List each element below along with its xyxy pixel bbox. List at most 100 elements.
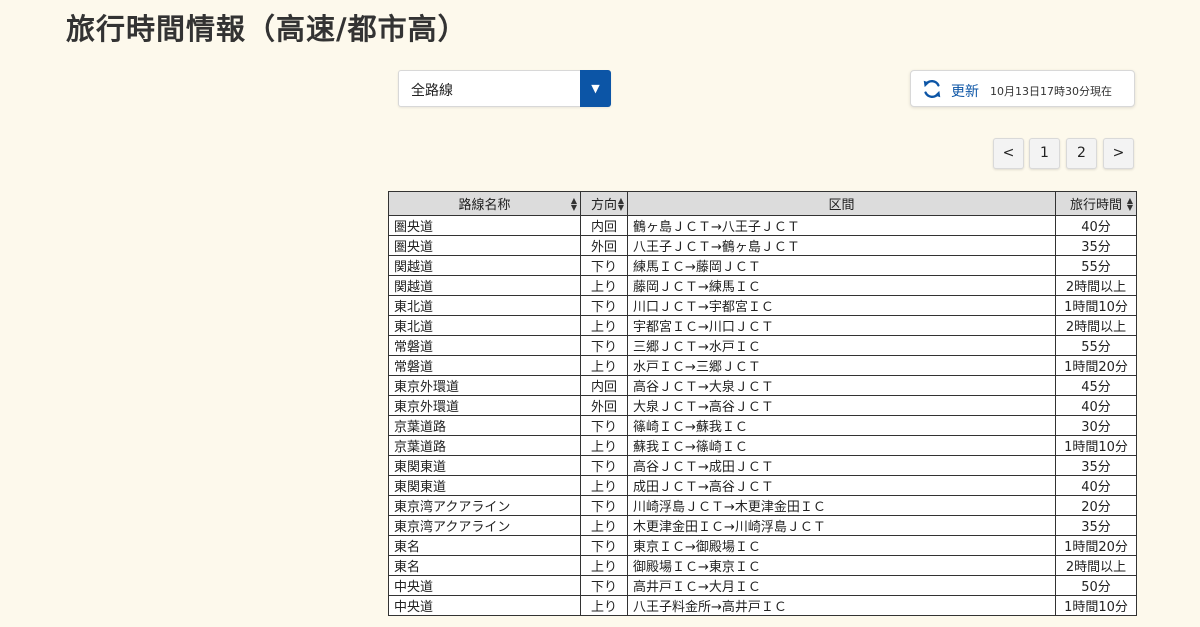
cell-route-name: 京葉道路	[388, 415, 581, 436]
table-row: 常磐道 上り 水戸ＩＣ→三郷ＪＣＴ 1時間20分	[388, 355, 1137, 376]
cell-section: 東京ＩＣ→御殿場ＩＣ	[627, 535, 1056, 556]
cell-section: 木更津金田ＩＣ→川崎浮島ＪＣＴ	[627, 515, 1056, 536]
cell-travel-time: 35分	[1055, 235, 1137, 256]
table-row: 中央道 下り 高井戸ＩＣ→大月ＩＣ 50分	[388, 575, 1137, 596]
cell-section: 八王子料金所→高井戸ＩＣ	[627, 595, 1056, 616]
cell-direction: 上り	[580, 275, 628, 296]
cell-route-name: 常磐道	[388, 355, 581, 376]
cell-section: 水戸ＩＣ→三郷ＪＣＴ	[627, 355, 1056, 376]
cell-travel-time: 45分	[1055, 375, 1137, 396]
cell-section: 篠崎ＩＣ→蘇我ＩＣ	[627, 415, 1056, 436]
cell-direction: 内回	[580, 375, 628, 396]
cell-direction: 上り	[580, 315, 628, 336]
column-header-route[interactable]: 路線名称 ▲ ▼	[388, 191, 581, 216]
cell-section: 八王子ＪＣＴ→鶴ヶ島ＪＣＴ	[627, 235, 1056, 256]
sort-icon[interactable]: ▲ ▼	[571, 197, 577, 212]
column-header-direction[interactable]: 方向 ▲ ▼	[580, 191, 628, 216]
cell-travel-time: 50分	[1055, 575, 1137, 596]
cell-travel-time: 2時間以上	[1055, 315, 1137, 336]
pager-prev-button[interactable]: <	[993, 138, 1024, 169]
cell-route-name: 関越道	[388, 255, 581, 276]
cell-route-name: 圏央道	[388, 215, 581, 236]
cell-direction: 上り	[580, 555, 628, 576]
cell-direction: 下り	[580, 295, 628, 316]
table-row: 東北道 上り 宇都宮ＩＣ→川口ＪＣＴ 2時間以上	[388, 315, 1137, 336]
cell-travel-time: 35分	[1055, 515, 1137, 536]
cell-direction: 内回	[580, 215, 628, 236]
cell-direction: 下り	[580, 415, 628, 436]
cell-direction: 下り	[580, 575, 628, 596]
cell-direction: 上り	[580, 595, 628, 616]
cell-section: 高井戸ＩＣ→大月ＩＣ	[627, 575, 1056, 596]
cell-section: 成田ＪＣＴ→高谷ＪＣＴ	[627, 475, 1056, 496]
cell-route-name: 東北道	[388, 295, 581, 316]
cell-travel-time: 2時間以上	[1055, 555, 1137, 576]
cell-travel-time: 1時間10分	[1055, 435, 1137, 456]
cell-route-name: 東関東道	[388, 475, 581, 496]
table-row: 東名 上り 御殿場ＩＣ→東京ＩＣ 2時間以上	[388, 555, 1137, 576]
cell-route-name: 東京湾アクアライン	[388, 515, 581, 536]
table-row: 関越道 上り 藤岡ＪＣＴ→練馬ＩＣ 2時間以上	[388, 275, 1137, 296]
column-header-travel-time[interactable]: 旅行時間 ▲ ▼	[1055, 191, 1137, 216]
cell-direction: 上り	[580, 475, 628, 496]
cell-travel-time: 40分	[1055, 475, 1137, 496]
cell-route-name: 東名	[388, 555, 581, 576]
column-header-section[interactable]: 区間	[627, 191, 1056, 216]
cell-section: 川口ＪＣＴ→宇都宮ＩＣ	[627, 295, 1056, 316]
route-select[interactable]: 全路線 ▼	[398, 70, 611, 107]
cell-direction: 下り	[580, 535, 628, 556]
cell-route-name: 東京外環道	[388, 395, 581, 416]
cell-travel-time: 1時間20分	[1055, 535, 1137, 556]
travel-time-table: 路線名称 ▲ ▼ 方向 ▲ ▼ 区間 旅行時間 ▲ ▼ 圏央道 内回 鶴ヶ島ＪＣＴ→八王子ＪＣＴ…	[388, 191, 1137, 616]
cell-direction: 下り	[580, 255, 628, 276]
cell-section: 練馬ＩＣ→藤岡ＪＣＴ	[627, 255, 1056, 276]
cell-travel-time: 1時間10分	[1055, 595, 1137, 616]
cell-travel-time: 55分	[1055, 255, 1137, 276]
cell-route-name: 中央道	[388, 575, 581, 596]
table-row: 東京湾アクアライン 下り 川崎浮島ＪＣＴ→木更津金田ＩＣ 20分	[388, 495, 1137, 516]
cell-route-name: 中央道	[388, 595, 581, 616]
page-title: 旅行時間情報（高速/都市高）	[66, 12, 468, 46]
refresh-button[interactable]: 更新 10月13日17時30分現在	[910, 70, 1135, 107]
cell-direction: 下り	[580, 455, 628, 476]
cell-travel-time: 35分	[1055, 455, 1137, 476]
route-select-value: 全路線	[411, 83, 453, 99]
refresh-icon	[923, 79, 941, 99]
cell-direction: 上り	[580, 435, 628, 456]
cell-route-name: 東京外環道	[388, 375, 581, 396]
table-row: 関越道 下り 練馬ＩＣ→藤岡ＪＣＴ 55分	[388, 255, 1137, 276]
refresh-label: 更新	[951, 84, 979, 100]
cell-direction: 外回	[580, 235, 628, 256]
cell-route-name: 関越道	[388, 275, 581, 296]
cell-route-name: 東京湾アクアライン	[388, 495, 581, 516]
cell-travel-time: 30分	[1055, 415, 1137, 436]
table-body: 圏央道 内回 鶴ヶ島ＪＣＴ→八王子ＪＣＴ 40分 圏央道 外回 八王子ＪＣＴ→鶴ヶ島ＪＣＴ 3…	[388, 215, 1137, 616]
cell-direction: 下り	[580, 495, 628, 516]
table-header-row: 路線名称 ▲ ▼ 方向 ▲ ▼ 区間 旅行時間 ▲ ▼	[388, 191, 1137, 216]
pager-page-2[interactable]: 2	[1066, 138, 1097, 169]
table-row: 圏央道 内回 鶴ヶ島ＪＣＴ→八王子ＪＣＴ 40分	[388, 215, 1137, 236]
pager-next-button[interactable]: >	[1103, 138, 1134, 169]
cell-travel-time: 55分	[1055, 335, 1137, 356]
cell-direction: 上り	[580, 355, 628, 376]
table-row: 中央道 上り 八王子料金所→高井戸ＩＣ 1時間10分	[388, 595, 1137, 616]
table-row: 東京外環道 外回 大泉ＪＣＴ→高谷ＪＣＴ 40分	[388, 395, 1137, 416]
cell-section: 三郷ＪＣＴ→水戸ＩＣ	[627, 335, 1056, 356]
cell-route-name: 東北道	[388, 315, 581, 336]
cell-travel-time: 1時間10分	[1055, 295, 1137, 316]
column-header-section-label: 区間	[828, 198, 855, 213]
cell-section: 高谷ＪＣＴ→成田ＪＣＴ	[627, 455, 1056, 476]
cell-section: 御殿場ＩＣ→東京ＩＣ	[627, 555, 1056, 576]
sort-icon[interactable]: ▲ ▼	[1127, 197, 1133, 212]
table-row: 京葉道路 上り 蘇我ＩＣ→篠崎ＩＣ 1時間10分	[388, 435, 1137, 456]
table-row: 圏央道 外回 八王子ＪＣＴ→鶴ヶ島ＪＣＴ 35分	[388, 235, 1137, 256]
column-header-travel-time-label: 旅行時間	[1069, 198, 1122, 213]
cell-travel-time: 2時間以上	[1055, 275, 1137, 296]
cell-section: 鶴ヶ島ＪＣＴ→八王子ＪＣＴ	[627, 215, 1056, 236]
cell-direction: 外回	[580, 395, 628, 416]
chevron-down-icon[interactable]: ▼	[580, 70, 611, 107]
pager-page-1[interactable]: 1	[1029, 138, 1060, 169]
cell-section: 藤岡ＪＣＴ→練馬ＩＣ	[627, 275, 1056, 296]
cell-travel-time: 40分	[1055, 395, 1137, 416]
sort-icon[interactable]: ▲ ▼	[618, 197, 624, 212]
